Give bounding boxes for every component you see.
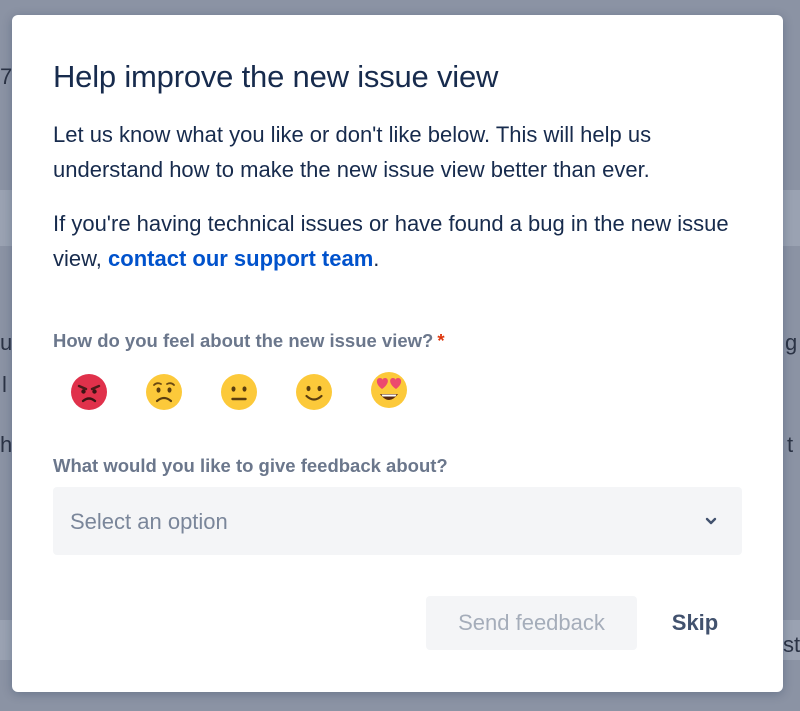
background-text-fragment: st (783, 632, 800, 657)
feedback-topic-select[interactable]: Select an option (53, 487, 742, 555)
feel-question-label: How do you feel about the new issue view… (53, 330, 445, 352)
required-marker: * (437, 330, 445, 351)
background-text-fragment: u (0, 330, 13, 355)
send-feedback-button[interactable]: Send feedback (426, 596, 637, 650)
chevron-down-icon (705, 517, 717, 525)
slightly-smiling-face-icon[interactable] (295, 373, 333, 411)
skip-button[interactable]: Skip (654, 596, 736, 650)
contact-support-link[interactable]: contact our support team (108, 246, 373, 271)
background-text-fragment: l (2, 372, 7, 397)
background-text-fragment: g (785, 330, 798, 355)
heart-eyes-face-icon[interactable] (370, 369, 408, 408)
select-placeholder: Select an option (70, 509, 228, 534)
intro-text: Let us know what you like or don't like … (53, 122, 652, 182)
feedback-dialog: Help improve the new issue view Let us k… (12, 15, 783, 692)
support-text-suffix: . (373, 246, 380, 271)
support-text: If you're having technical issues or hav… (53, 206, 753, 276)
frowning-face-icon[interactable] (145, 373, 183, 411)
feedback-topic-label: What would you like to give feedback abo… (53, 455, 448, 476)
background-text-fragment: t (787, 432, 794, 457)
neutral-face-icon[interactable] (220, 373, 258, 411)
dialog-title: Help improve the new issue view (53, 59, 499, 94)
angry-face-icon[interactable] (70, 373, 108, 411)
background-text-fragment: 7 (0, 64, 13, 89)
feel-question-text: How do you feel about the new issue view… (53, 330, 434, 351)
